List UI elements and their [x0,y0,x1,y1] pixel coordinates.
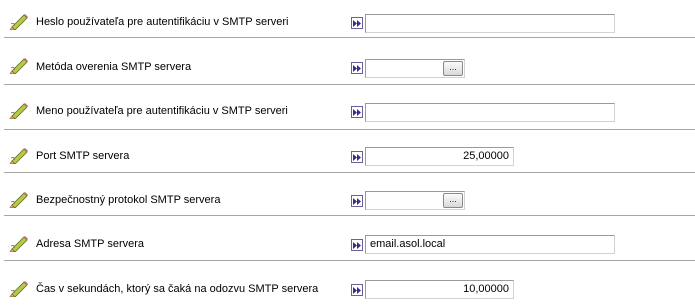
smtp-settings-form: Heslo používateľa pre autentifikáciu v S… [0,0,695,306]
row-separator [4,37,695,38]
row-separator [4,260,695,261]
lookup-arrow-button[interactable] [351,62,363,74]
lookup-arrow-button[interactable] [351,239,363,251]
lookup-arrow-button[interactable] [351,106,363,118]
smtp-password-field[interactable] [365,14,615,33]
browse-button[interactable]: ... [443,193,463,208]
field-label: Čas v sekundách, ktorý sa čaká na odozvu… [36,283,319,295]
row-separator [4,172,695,173]
lookup-arrow-button[interactable] [351,151,363,163]
field-label: Port SMTP servera [36,150,130,162]
field-label: Metóda overenia SMTP servera [36,61,192,73]
smtp-timeout-field[interactable]: 10,00000 [365,280,514,299]
field-row-smtp-address: Adresa SMTP servera email.asol.local [0,220,695,264]
field-row-smtp-auth-method: Metóda overenia SMTP servera ... [0,44,695,88]
field-label: Adresa SMTP servera [36,238,145,250]
pencil-edit-icon[interactable] [9,279,29,298]
pencil-edit-icon[interactable] [9,190,29,209]
pencil-edit-icon[interactable] [9,56,29,75]
field-row-smtp-security-protocol: Bezpečnostný protokol SMTP servera ... [0,176,695,220]
field-label: Heslo používateľa pre autentifikáciu v S… [36,16,289,28]
field-row-smtp-username: Meno používateľa pre autentifikáciu v SM… [0,88,695,132]
field-row-smtp-timeout: Čas v sekundách, ktorý sa čaká na odozvu… [0,264,695,306]
lookup-arrow-button[interactable] [351,284,363,296]
field-label: Meno používateľa pre autentifikáciu v SM… [36,105,288,117]
lookup-arrow-button[interactable] [351,17,363,29]
field-label: Bezpečnostný protokol SMTP servera [36,194,221,206]
field-row-smtp-port: Port SMTP servera 25,00000 [0,132,695,176]
smtp-address-field[interactable]: email.asol.local [365,235,615,254]
smtp-username-field[interactable] [365,103,615,122]
lookup-arrow-button[interactable] [351,195,363,207]
pencil-edit-icon[interactable] [9,12,29,31]
pencil-edit-icon[interactable] [9,101,29,120]
pencil-edit-icon[interactable] [9,146,29,165]
row-separator [4,129,695,130]
row-separator [4,84,695,85]
field-row-smtp-password: Heslo používateľa pre autentifikáciu v S… [0,0,695,44]
pencil-edit-icon[interactable] [9,234,29,253]
row-separator [4,215,695,216]
smtp-port-field[interactable]: 25,00000 [365,147,514,166]
browse-button[interactable]: ... [443,61,463,76]
